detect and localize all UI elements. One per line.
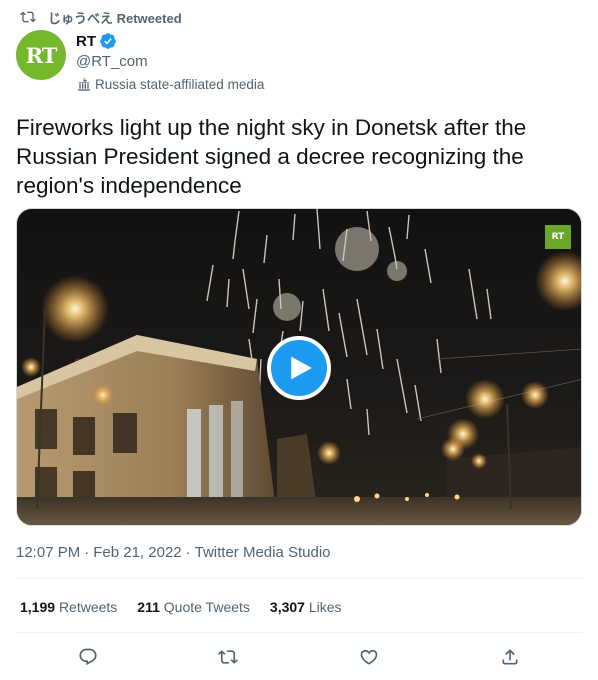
meta-separator: ·	[185, 544, 191, 561]
reply-button[interactable]	[74, 643, 102, 671]
author-handle[interactable]: @RT_com	[76, 52, 264, 72]
affiliation-text: Russia state-affiliated media	[95, 76, 265, 92]
tweet-time[interactable]: 12:07 PM	[16, 544, 80, 561]
quote-tweets-label: Quote Tweets	[163, 599, 250, 615]
likes-count: 3,307	[269, 599, 305, 615]
reply-icon	[79, 648, 97, 666]
meta-separator: ·	[84, 544, 90, 561]
likes-label: Likes	[308, 599, 342, 615]
quote-tweets-count: 211	[137, 599, 160, 615]
tweet-meta: 12:07 PM · Feb 21, 2022 · Twitter Media Stud…	[16, 543, 331, 563]
quote-tweets-stat[interactable]: 211 Quote Tweets	[137, 597, 250, 617]
like-button[interactable]	[355, 643, 383, 671]
state-affiliation-label[interactable]: Russia state-affiliated media	[76, 75, 264, 93]
divider	[16, 632, 582, 633]
tweet-text: Fireworks light up the night sky in Done…	[16, 115, 527, 198]
author-name[interactable]: RT	[76, 33, 96, 50]
play-icon	[291, 356, 312, 380]
action-bar	[0, 643, 598, 671]
divider	[16, 578, 582, 579]
video-player[interactable]: RT	[16, 208, 582, 526]
share-button[interactable]	[496, 643, 524, 671]
retweet-icon	[218, 650, 238, 664]
author-name-row: RT	[76, 31, 264, 51]
retweet-banner-label: じゅうべえ Retweeted	[48, 10, 182, 26]
avatar[interactable]: RT	[16, 30, 66, 80]
share-icon	[502, 649, 518, 665]
avatar-logo: RT	[25, 42, 58, 68]
retweets-count: 1,199	[20, 599, 56, 615]
play-button[interactable]	[267, 336, 331, 400]
retweets-label: Retweets	[58, 599, 118, 615]
retweet-button[interactable]	[214, 643, 242, 671]
rt-watermark: RT	[545, 225, 571, 249]
tweet-stats: 1,199 Retweets 211 Quote Tweets 3,307 Li…	[20, 597, 362, 617]
retweet-icon	[20, 9, 36, 25]
state-media-flag-icon	[76, 76, 92, 92]
tweet-source[interactable]: Twitter Media Studio	[195, 544, 331, 561]
author-block: RT @RT_com Russia state-affiliated media	[76, 31, 264, 93]
tweet-date[interactable]: Feb 21, 2022	[93, 544, 181, 561]
likes-stat[interactable]: 3,307 Likes	[270, 597, 342, 617]
like-icon	[360, 649, 378, 665]
verified-badge-icon	[99, 32, 117, 50]
retweets-stat[interactable]: 1,199 Retweets	[20, 597, 117, 617]
retweet-banner[interactable]: じゅうべえ Retweeted	[20, 8, 182, 26]
